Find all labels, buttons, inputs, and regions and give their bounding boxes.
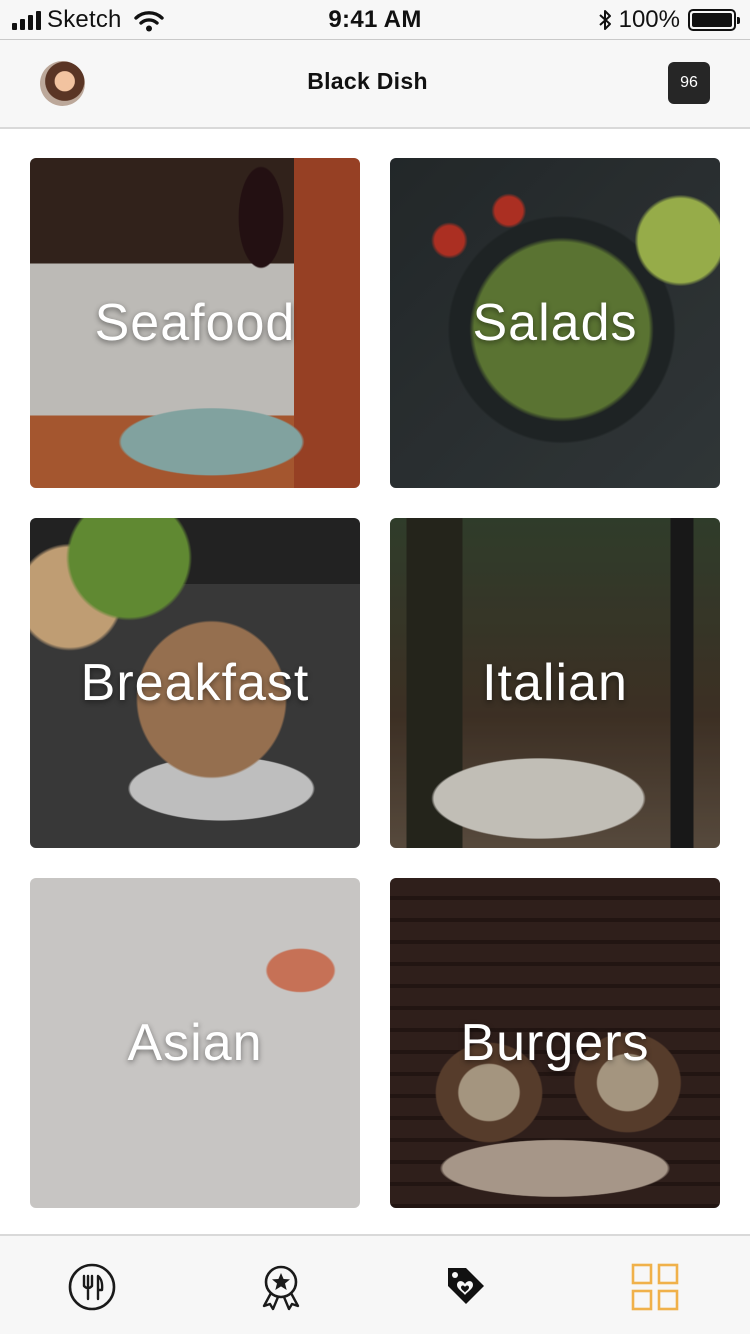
fork-knife-icon [68, 1263, 116, 1311]
tab-awards[interactable] [254, 1260, 308, 1314]
category-label: Italian [482, 654, 628, 712]
category-label: Salads [472, 294, 638, 352]
battery-percent: 100% [618, 6, 680, 33]
category-tile-seafood[interactable]: Seafood [30, 158, 360, 488]
category-label: Asian [127, 1014, 263, 1072]
tab-menu[interactable] [65, 1260, 119, 1314]
grid-icon [631, 1263, 679, 1311]
bluetooth-icon [598, 10, 611, 30]
tag-heart-icon [448, 1268, 484, 1304]
status-bar: Sketch 9:41 AM 100% [0, 0, 750, 40]
tab-categories[interactable] [628, 1260, 682, 1314]
category-tile-asian[interactable]: Asian [30, 878, 360, 1208]
count-badge[interactable]: 96 [668, 62, 710, 104]
nav-bar: Black Dish 96 [0, 40, 750, 129]
category-label: Breakfast [80, 654, 310, 712]
category-tile-burgers[interactable]: Burgers [390, 878, 720, 1208]
category-label: Seafood [94, 294, 296, 352]
category-tile-italian[interactable]: Italian [390, 518, 720, 848]
tab-bar [0, 1234, 750, 1334]
category-tile-breakfast[interactable]: Breakfast [30, 518, 360, 848]
page-title: Black Dish [307, 68, 428, 94]
status-right: 100% [597, 6, 740, 34]
category-label: Burgers [460, 1014, 650, 1072]
battery-icon [688, 9, 740, 31]
category-tile-salads[interactable]: Salads [390, 158, 720, 488]
award-ribbon-icon [262, 1265, 300, 1311]
tab-deals[interactable] [438, 1260, 492, 1314]
